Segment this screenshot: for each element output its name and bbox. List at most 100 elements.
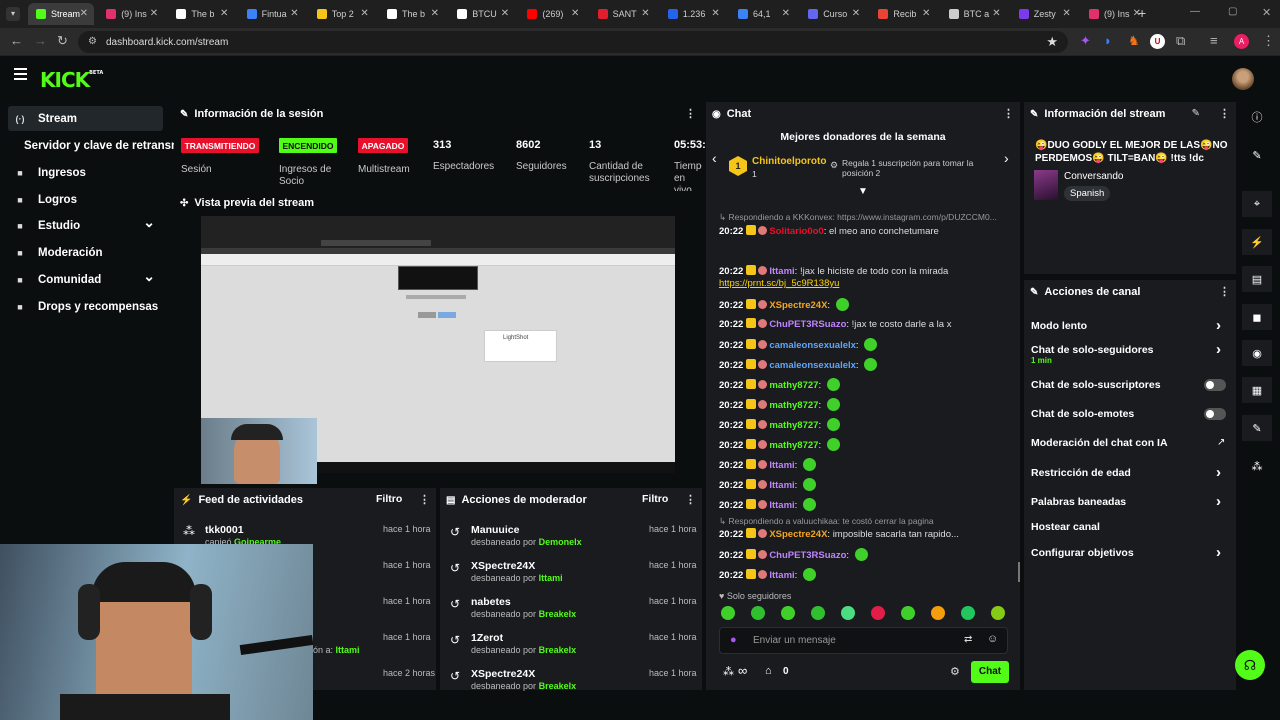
sidebar-item-6[interactable]: ■ Comunidad ⌄ xyxy=(8,267,163,292)
browser-tab[interactable]: The b ✕ xyxy=(379,3,445,25)
maximize-button[interactable]: ▢ xyxy=(1228,6,1237,17)
browser-tab[interactable]: The b ✕ xyxy=(168,3,234,25)
document-icon[interactable]: ▤ xyxy=(1242,266,1272,292)
category-name[interactable]: Conversando xyxy=(1064,171,1123,182)
chevron-right-icon[interactable]: › xyxy=(1216,464,1221,481)
tab-close-icon[interactable]: ✕ xyxy=(220,8,228,19)
chat-icon[interactable]: ◼ xyxy=(1242,304,1272,330)
channel-actions-menu-icon[interactable]: ⋮ xyxy=(1219,285,1230,298)
browser-tab[interactable]: Top 2 ✕ xyxy=(309,3,375,25)
sidebar-item-4[interactable]: ■ Estudio ⌄ xyxy=(8,213,163,238)
tab-close-icon[interactable]: ✕ xyxy=(360,8,368,19)
sidebar-item-1[interactable]: Servidor y clave de retransm xyxy=(8,133,176,158)
chat-message[interactable]: 20:22 Solitario0o0: el meo ano conchetuma… xyxy=(719,225,939,237)
reload-icon[interactable]: ↻ xyxy=(57,33,68,49)
moderator-name[interactable]: Breakelx xyxy=(539,681,577,691)
category-thumbnail[interactable] xyxy=(1034,170,1058,200)
channel-action-item[interactable]: Chat de solo-seguidores xyxy=(1031,344,1226,356)
browser-tab[interactable]: Fintua ✕ xyxy=(239,3,305,25)
quick-emote-icon[interactable] xyxy=(751,606,765,620)
collapse-donors-icon[interactable]: ▼ xyxy=(858,186,868,197)
activity-filter-button[interactable]: Filtro xyxy=(376,493,402,505)
extension-icon[interactable]: ◗ xyxy=(1104,33,1112,48)
toggle-switch[interactable] xyxy=(1204,408,1226,420)
chat-username[interactable]: camaleonsexualelx xyxy=(769,360,856,371)
tab-search-icon[interactable]: ▾ xyxy=(6,7,20,21)
browser-tab[interactable]: Zesty ✕ xyxy=(1011,3,1077,25)
external-link-icon[interactable]: ↗ xyxy=(1217,437,1225,448)
mod-actions-menu-icon[interactable]: ⋮ xyxy=(685,493,696,506)
browser-tab[interactable]: Curso ✕ xyxy=(800,3,866,25)
send-chat-button[interactable]: Chat xyxy=(971,661,1009,683)
chat-username[interactable]: mathy8727 xyxy=(769,380,818,391)
chat-message[interactable]: 20:22 mathy8727: xyxy=(719,398,840,411)
chat-username[interactable]: mathy8727 xyxy=(769,400,818,411)
extension-icon[interactable]: ♞ xyxy=(1128,33,1140,49)
site-info-icon[interactable]: ⚙ xyxy=(88,36,97,47)
store-icon[interactable]: ⌂ xyxy=(765,665,772,677)
tab-close-icon[interactable]: ✕ xyxy=(150,8,158,19)
channel-action-item[interactable]: Configurar objetivos xyxy=(1031,547,1226,559)
quick-emote-icon[interactable] xyxy=(901,606,915,620)
chat-username[interactable]: XSpectre24X xyxy=(769,300,827,311)
chat-settings-icon[interactable]: ⚙ xyxy=(950,665,960,678)
tab-close-icon[interactable]: ✕ xyxy=(782,8,790,19)
tab-close-icon[interactable]: ✕ xyxy=(852,8,860,19)
sidebar-item-3[interactable]: ■ Logros xyxy=(8,187,163,212)
tab-close-icon[interactable]: ✕ xyxy=(571,8,579,19)
hamburger-menu-icon[interactable] xyxy=(14,68,27,80)
chat-message[interactable]: 20:22 Ittami: xyxy=(719,478,816,491)
chat-username[interactable]: mathy8727 xyxy=(769,440,818,451)
new-tab-button[interactable]: + xyxy=(1138,5,1146,21)
moderated-user[interactable]: XSpectre24X xyxy=(471,668,535,680)
moderated-user[interactable]: 1Zerot xyxy=(471,632,503,644)
chat-message[interactable]: 20:22 ChuPET3RSuazo: xyxy=(719,548,868,561)
moderator-name[interactable]: Demonelx xyxy=(539,537,582,547)
bolt-icon[interactable]: ⚡ xyxy=(1242,229,1272,255)
browser-tab[interactable]: (269) ✕ xyxy=(519,3,585,25)
quick-emote-icon[interactable] xyxy=(781,606,795,620)
tab-close-icon[interactable]: ✕ xyxy=(431,8,439,19)
forward-icon[interactable]: → xyxy=(34,33,47,48)
chat-message[interactable]: 20:22 Ittami: !jax le hiciste de todo con… xyxy=(719,265,948,277)
chat-username[interactable]: XSpectre24X xyxy=(769,529,827,540)
translate-icon[interactable]: ⇄ xyxy=(964,634,972,645)
moderator-name[interactable]: Breakelx xyxy=(539,645,577,655)
info-icon[interactable]: ⓘ xyxy=(1242,104,1272,130)
moderator-name[interactable]: Ittami xyxy=(539,573,563,583)
tab-close-icon[interactable]: ✕ xyxy=(711,8,719,19)
chat-username[interactable]: Ittami xyxy=(769,266,794,277)
activity-target-user[interactable]: Ittami xyxy=(336,645,360,655)
profile-avatar[interactable]: A xyxy=(1234,34,1249,49)
channel-action-item[interactable]: Hostear canal xyxy=(1031,521,1226,533)
wrench-icon[interactable]: ✎ xyxy=(1242,415,1272,441)
quick-emote-icon[interactable] xyxy=(991,606,1005,620)
broadcast-icon[interactable]: ◉ xyxy=(1242,340,1272,366)
chat-menu-icon[interactable]: ⋮ xyxy=(1003,107,1014,120)
reading-list-icon[interactable]: ≡ xyxy=(1210,33,1218,48)
chat-username[interactable]: Ittami xyxy=(769,570,794,581)
chat-input[interactable]: ● Enviar un mensaje ⇄ ☺ xyxy=(719,627,1008,654)
chat-username[interactable]: mathy8727 xyxy=(769,420,818,431)
mod-list-icon[interactable]: ▦ xyxy=(1242,377,1272,403)
channel-action-item[interactable]: Palabras baneadas xyxy=(1031,496,1226,508)
quick-emote-icon[interactable] xyxy=(931,606,945,620)
tab-close-icon[interactable]: ✕ xyxy=(641,8,649,19)
chevron-right-icon[interactable]: › xyxy=(1216,544,1221,561)
edit-pencil-icon[interactable]: ✎ xyxy=(1192,108,1200,119)
chat-message[interactable]: 20:22 mathy8727: xyxy=(719,438,840,451)
chat-username[interactable]: ChuPET3RSuazo xyxy=(769,550,846,561)
moderator-name[interactable]: Breakelx xyxy=(539,609,577,619)
tab-close-icon[interactable]: ✕ xyxy=(80,8,88,19)
sidebar-item-2[interactable]: ■ Ingresos xyxy=(8,160,163,185)
browser-tab[interactable]: Stream ✕ xyxy=(28,3,94,25)
tab-close-icon[interactable]: ✕ xyxy=(290,8,298,19)
chat-message[interactable]: https://prnt.sc/bj_5c9R138yu xyxy=(719,278,839,289)
browser-menu-icon[interactable]: ⋮ xyxy=(1262,33,1275,49)
minimize-button[interactable]: — xyxy=(1190,6,1200,17)
chat-scrollbar[interactable] xyxy=(1018,562,1020,582)
quick-emote-icon[interactable] xyxy=(841,606,855,620)
chat-message[interactable]: 20:22 camaleonsexualelx: xyxy=(719,358,878,371)
edit-icon[interactable]: ✎ xyxy=(1242,142,1272,168)
chat-message[interactable]: 20:22 Ittami: xyxy=(719,568,816,581)
